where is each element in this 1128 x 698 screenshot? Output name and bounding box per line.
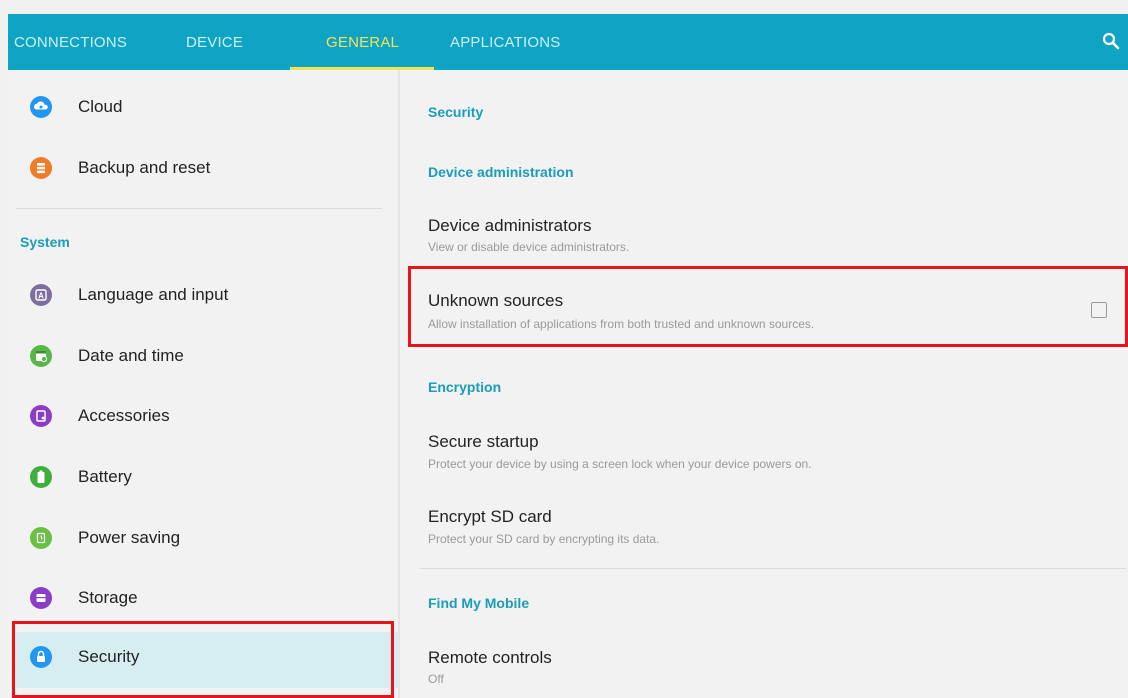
section-header-device-administration: Device administration [428,164,574,180]
settings-sidebar: Cloud Backup and reset System A Language… [8,70,398,698]
sidebar-item-backup-and-reset[interactable]: Backup and reset [16,143,398,199]
sidebar-item-label: Storage [78,588,138,607]
setting-subtitle: Protect your device by using a screen lo… [428,457,812,471]
setting-title: Secure startup [428,432,539,451]
section-header-system: System [20,234,70,250]
calendar-icon [30,345,52,367]
setting-subtitle: Protect your SD card by encrypting its d… [428,532,660,546]
battery-icon [30,466,52,488]
highlight-box-unknown-sources [408,266,1128,347]
sidebar-item-power-saving[interactable]: Power saving [16,513,398,569]
divider [16,208,382,209]
sidebar-item-label: Language and input [78,285,229,304]
setting-subtitle: View or disable device administrators. [428,240,630,254]
setting-subtitle: Off [428,672,444,686]
search-icon[interactable] [1102,32,1120,50]
cloud-icon [30,96,52,118]
tab-general[interactable]: GENERAL [326,34,399,51]
storage-icon [30,587,52,609]
top-tab-bar: CONNECTIONS DEVICE GENERAL APPLICATIONS [8,14,1128,70]
sidebar-item-label: Backup and reset [78,158,211,177]
language-icon: A [30,284,52,306]
sidebar-item-battery[interactable]: Battery [16,452,398,508]
sidebar-item-label: Battery [78,467,132,486]
sidebar-item-label: Accessories [78,406,170,425]
power-saving-icon [30,527,52,549]
sidebar-item-language-and-input[interactable]: A Language and input [16,270,398,326]
sidebar-item-label: Date and time [78,346,184,365]
sidebar-item-accessories[interactable]: Accessories [16,391,398,447]
svg-text:A: A [38,292,44,301]
setting-title: Device administrators [428,216,592,235]
sidebar-item-cloud[interactable]: Cloud [16,82,398,138]
divider [420,568,1126,569]
setting-title: Remote controls [428,648,552,667]
sidebar-item-date-and-time[interactable]: Date and time [16,331,398,387]
page-title: Security [428,104,484,120]
backup-icon [30,157,52,179]
section-header-find-my-mobile: Find My Mobile [428,595,530,611]
tab-device[interactable]: DEVICE [186,34,243,51]
highlight-box-security [12,621,394,698]
sidebar-item-label: Power saving [78,528,181,547]
security-settings-panel: Security Device administration Device ad… [400,70,1128,698]
section-header-encryption: Encryption [428,379,502,395]
accessories-icon [30,405,52,427]
tab-connections[interactable]: CONNECTIONS [14,34,127,51]
sidebar-item-label: Cloud [78,97,123,116]
setting-title: Encrypt SD card [428,507,552,526]
tab-applications[interactable]: APPLICATIONS [450,34,560,51]
